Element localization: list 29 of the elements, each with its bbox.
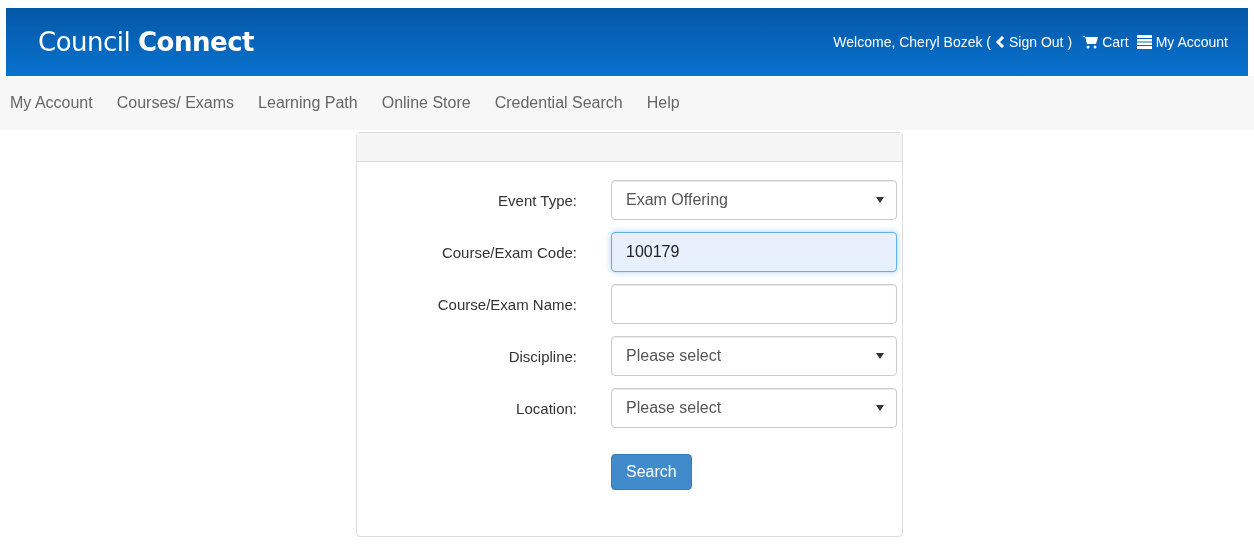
list-icon xyxy=(1136,35,1152,49)
select-field[interactable]: Exam Offering xyxy=(611,180,897,220)
nav-link[interactable]: My Account xyxy=(10,94,93,112)
field-label: Location: xyxy=(515,399,577,417)
input-field[interactable]: 100179 xyxy=(611,232,897,272)
logo: Council Connect xyxy=(38,27,254,57)
input-field[interactable] xyxy=(611,284,897,324)
field-label: Course/Exam Name: xyxy=(436,295,577,313)
nav-link[interactable]: Help xyxy=(646,94,680,112)
cart-link[interactable]: Cart xyxy=(1082,34,1129,50)
nav-link[interactable]: Online Store xyxy=(381,94,471,112)
select-field[interactable]: Please select xyxy=(611,336,897,376)
welcome-text: Welcome, Cheryl Bozek ( xyxy=(833,34,991,50)
nav-link[interactable]: Credential Search xyxy=(494,94,623,112)
nav-link[interactable]: Learning Path xyxy=(258,94,358,112)
caret-icon xyxy=(876,353,884,359)
field-label: Discipline: xyxy=(507,347,577,365)
caret-icon xyxy=(876,405,884,411)
caret-icon xyxy=(876,197,884,203)
search-button[interactable]: Search xyxy=(611,454,692,490)
field-label: Event Type: xyxy=(497,191,577,209)
field-label: Course/Exam Code: xyxy=(440,243,577,261)
chevron-left-icon xyxy=(995,36,1005,48)
nav-link[interactable]: Courses/ Exams xyxy=(116,94,235,112)
sign-out-link[interactable]: Sign Out xyxy=(995,34,1064,50)
cart-icon xyxy=(1082,35,1099,49)
select-field[interactable]: Please select xyxy=(611,388,897,428)
close-paren-text: ) xyxy=(1067,34,1073,50)
my-account-link[interactable]: My Account xyxy=(1136,34,1228,50)
